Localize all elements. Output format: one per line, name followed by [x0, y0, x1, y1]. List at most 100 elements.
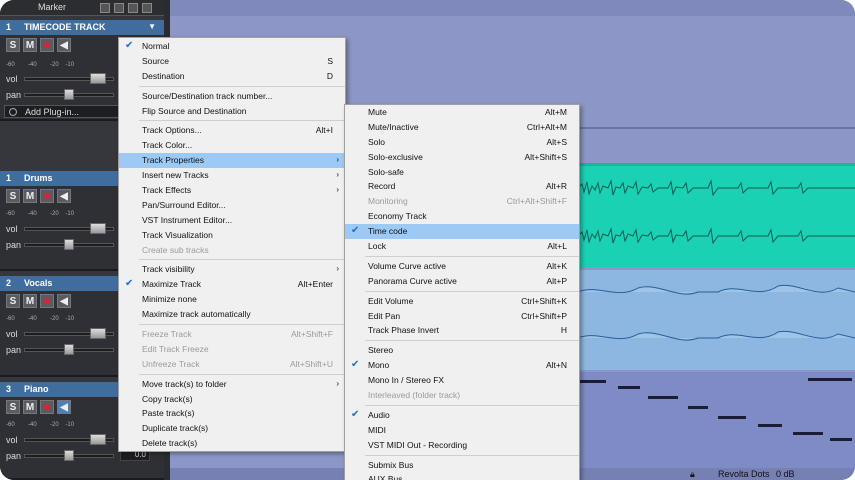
menu-item-duplicate-track-s[interactable]: Duplicate track(s) — [119, 421, 345, 436]
monitor-button[interactable]: ◀ — [57, 400, 71, 414]
menu-item-source[interactable]: Source S — [119, 54, 345, 69]
lock-icon[interactable]: 🔒︎ — [690, 469, 695, 480]
waveform — [577, 179, 855, 245]
menu-item-aux-bus[interactable]: AUX Bus — [345, 472, 579, 480]
slider-knob[interactable] — [90, 223, 106, 234]
marker-lane[interactable] — [170, 0, 855, 16]
menu-item-delete-track-s[interactable]: Delete track(s) — [119, 436, 345, 451]
menu-item-time-code[interactable]: ✔ Time code — [345, 224, 579, 240]
menu-item-track-visibility[interactable]: Track visibility › — [119, 262, 345, 277]
menu-item-label: Interleaved (folder track) — [368, 390, 461, 401]
menu-item-solo[interactable]: Solo Alt+S — [345, 135, 579, 150]
menu-item-destination[interactable]: Destination D — [119, 69, 345, 84]
audio-clip-drums[interactable] — [577, 163, 855, 267]
menu-item-track-phase-invert[interactable]: Track Phase Invert H — [345, 323, 579, 338]
slider-knob[interactable] — [90, 434, 106, 445]
menu-item-label: Panorama Curve active — [368, 275, 457, 286]
menu-item-label: Normal — [142, 41, 170, 51]
solo-button[interactable]: S — [6, 38, 20, 52]
menu-item-mono[interactable]: ✔ Mono Alt+N — [345, 358, 579, 373]
menu-item-panorama-curve-active[interactable]: Panorama Curve active Alt+P — [345, 274, 579, 289]
marker-button[interactable] — [114, 3, 124, 13]
menu-item-edit-volume[interactable]: Edit Volume Ctrl+Shift+K — [345, 294, 579, 309]
menu-item-track-visualization[interactable]: Track Visualization — [119, 228, 345, 243]
menu-item-create-sub-tracks: Create sub tracks — [119, 243, 345, 258]
solo-button[interactable]: S — [6, 189, 20, 203]
menu-item-label: Source — [142, 55, 169, 66]
menu-item-mute-inactive[interactable]: Mute/Inactive Ctrl+Alt+M — [345, 120, 579, 135]
menu-item-stereo[interactable]: Stereo — [345, 343, 579, 358]
menu-item-move-track-s-to-folder[interactable]: Move track(s) to folder › — [119, 377, 345, 392]
monitor-button[interactable]: ◀ — [57, 294, 71, 308]
menu-separator — [139, 373, 345, 375]
record-button[interactable] — [40, 189, 54, 203]
menu-item-maximize-track-automatically[interactable]: Maximize track automatically — [119, 307, 345, 322]
menu-item-shortcut: Alt+Shift+F — [290, 329, 333, 340]
record-button[interactable] — [40, 400, 54, 414]
menu-item-lock[interactable]: Lock Alt+L — [345, 239, 579, 254]
midi-notes — [580, 378, 852, 441]
track-header-timecode[interactable]: 1 TIMECODE TRACK ▼ — [0, 20, 164, 35]
menu-item-submix-bus[interactable]: Submix Bus — [345, 458, 579, 473]
menu-item-track-properties[interactable]: Track Properties › — [119, 153, 345, 169]
slider-knob[interactable] — [90, 73, 106, 84]
solo-button[interactable]: S — [6, 400, 20, 414]
monitor-button[interactable]: ◀ — [57, 38, 71, 52]
record-button[interactable] — [40, 294, 54, 308]
menu-separator — [365, 255, 579, 257]
menu-item-mono-in-stereo-fx[interactable]: Mono In / Stereo FX — [345, 373, 579, 388]
menu-item-label: Insert new Tracks — [142, 170, 209, 181]
chevron-down-icon[interactable]: ▼ — [148, 22, 156, 31]
menu-item-audio[interactable]: ✔ Audio — [345, 408, 579, 423]
menu-item-label: Economy Track — [368, 211, 427, 222]
mute-button[interactable]: M — [23, 400, 37, 414]
menu-item-solo-safe[interactable]: Solo-safe — [345, 165, 579, 180]
menu-item-mute[interactable]: Mute Alt+M — [345, 105, 579, 120]
record-button[interactable] — [40, 38, 54, 52]
menu-item-record[interactable]: Record Alt+R — [345, 179, 579, 194]
menu-item-vst-midi-out-recording[interactable]: VST MIDI Out - Recording — [345, 438, 579, 453]
meter-scale: -60 -40 -20 -10 — [6, 211, 75, 217]
mute-button[interactable]: M — [23, 189, 37, 203]
slider-knob[interactable] — [90, 328, 106, 339]
menu-item-pan-surround-editor[interactable]: Pan/Surround Editor... — [119, 198, 345, 213]
solo-button[interactable]: S — [6, 294, 20, 308]
menu-item-normal[interactable]: ✔ Normal — [119, 39, 345, 54]
menu-item-maximize-track[interactable]: ✔ Maximize Track Alt+Enter — [119, 277, 345, 292]
menu-item-vst-instrument-editor[interactable]: VST Instrument Editor... — [119, 213, 345, 228]
menu-item-source-destination-track-number[interactable]: Source/Destination track number... — [119, 89, 345, 104]
monitor-button[interactable]: ◀ — [57, 189, 71, 203]
menu-item-paste-track-s[interactable]: Paste track(s) — [119, 406, 345, 421]
menu-item-track-color[interactable]: Track Color... — [119, 138, 345, 153]
menu-item-solo-exclusive[interactable]: Solo-exclusive Alt+Shift+S — [345, 150, 579, 165]
menu-item-label: Duplicate track(s) — [142, 423, 209, 434]
menu-item-volume-curve-active[interactable]: Volume Curve active Alt+K — [345, 259, 579, 274]
menu-item-track-effects[interactable]: Track Effects › — [119, 183, 345, 198]
mute-button[interactable]: M — [23, 294, 37, 308]
menu-item-shortcut: Alt+M — [545, 107, 567, 117]
menu-item-minimize-none[interactable]: Minimize none — [119, 292, 345, 307]
menu-item-midi[interactable]: MIDI — [345, 423, 579, 438]
mute-button[interactable]: M — [23, 38, 37, 52]
menu-item-economy-track[interactable]: Economy Track — [345, 209, 579, 224]
menu-item-label: Pan/Surround Editor... — [142, 199, 226, 210]
slider-knob[interactable] — [64, 450, 74, 461]
waveform — [577, 284, 855, 341]
slider-knob[interactable] — [64, 89, 74, 100]
menu-item-edit-pan[interactable]: Edit Pan Ctrl+Shift+P — [345, 309, 579, 324]
menu-item-insert-new-tracks[interactable]: Insert new Tracks › — [119, 168, 345, 183]
marker-button[interactable] — [128, 3, 138, 13]
menu-item-interleaved-folder-track: Interleaved (folder track) — [345, 388, 579, 403]
marker-row: Marker — [0, 0, 164, 16]
marker-button[interactable] — [100, 3, 110, 13]
marker-button[interactable] — [142, 3, 152, 13]
menu-item-flip-source-and-destination[interactable]: Flip Source and Destination — [119, 104, 345, 119]
menu-item-track-options[interactable]: Track Options... Alt+I — [119, 123, 345, 138]
slider-knob[interactable] — [64, 239, 74, 250]
midi-clip-piano[interactable] — [578, 372, 855, 480]
menu-item-copy-track-s[interactable]: Copy track(s) — [119, 392, 345, 407]
slider-knob[interactable] — [64, 344, 74, 355]
menu-item-freeze-track: Freeze Track Alt+Shift+F — [119, 327, 345, 342]
audio-clip-vocals[interactable] — [577, 270, 855, 370]
menu-item-shortcut: S — [327, 55, 333, 66]
